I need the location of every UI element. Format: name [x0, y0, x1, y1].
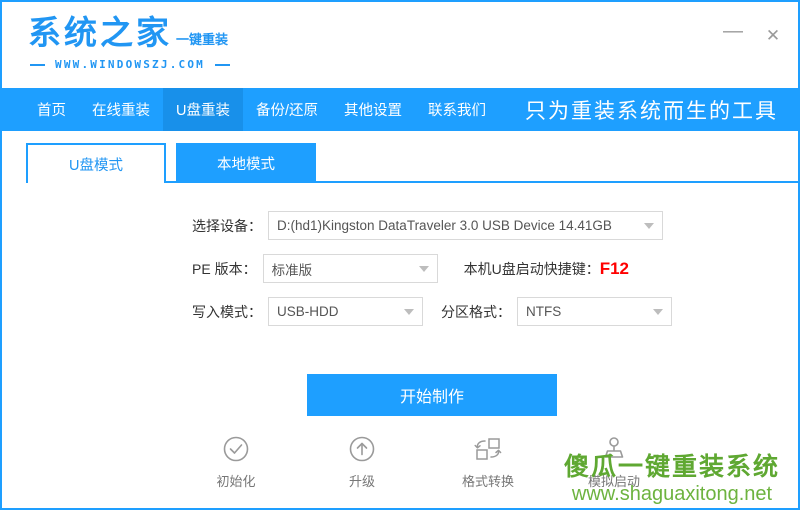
- format-convert-icon: [473, 433, 503, 465]
- tool-upgrade[interactable]: 升级: [328, 433, 396, 490]
- header-slogan: 只为重装系统而生的工具: [525, 99, 778, 123]
- window-controls: — ✕: [722, 20, 784, 50]
- nav-item-other-settings[interactable]: 其他设置: [331, 88, 415, 131]
- tool-initialize[interactable]: 初始化: [202, 433, 270, 490]
- tool-format-convert[interactable]: 格式转换: [454, 433, 522, 490]
- partition-format-select[interactable]: NTFS: [517, 297, 672, 326]
- chevron-down-icon: [653, 308, 663, 315]
- content-area: U盘模式 本地模式 选择设备： D:(hd1)Kingston DataTrav…: [2, 143, 798, 508]
- write-mode-select[interactable]: USB-HDD: [268, 297, 423, 326]
- arrow-up-circle-icon: [348, 433, 376, 465]
- nav-items: 首页 在线重装 U盘重装 备份/还原 其他设置 联系我们: [24, 88, 499, 131]
- boot-hotkey-value: F12: [599, 258, 629, 278]
- pe-version-row: PE 版本： 标准版 本机U盘启动快捷键：F12: [2, 254, 798, 283]
- logo-dash-left-icon: [30, 63, 45, 66]
- nav-item-usb-reinstall[interactable]: U盘重装: [163, 88, 243, 131]
- title-bar: 系统之家 一键重装 WWW.WINDOWSZJ.COM — ✕: [2, 0, 798, 88]
- tab-local-mode[interactable]: 本地模式: [176, 143, 316, 183]
- tool-upgrade-label: 升级: [348, 474, 375, 489]
- chevron-down-icon: [644, 222, 654, 229]
- logo-website-url: WWW.WINDOWSZJ.COM: [55, 58, 205, 71]
- nav-item-online-reinstall[interactable]: 在线重装: [79, 88, 163, 131]
- write-mode-row: 写入模式： USB-HDD 分区格式： NTFS: [2, 297, 798, 326]
- partition-format-label: 分区格式：: [441, 303, 511, 320]
- close-button[interactable]: ✕: [762, 24, 784, 46]
- write-mode-select-value: USB-HDD: [277, 304, 339, 319]
- tool-simulate-boot[interactable]: 模拟启动: [580, 433, 648, 490]
- chevron-down-icon: [404, 308, 414, 315]
- logo-url-row: WWW.WINDOWSZJ.COM: [30, 58, 308, 71]
- pe-version-label: PE 版本：: [192, 260, 257, 277]
- tab-usb-mode[interactable]: U盘模式: [26, 143, 166, 183]
- mode-tabs: U盘模式 本地模式: [2, 143, 798, 183]
- device-select-value: D:(hd1)Kingston DataTraveler 3.0 USB Dev…: [277, 218, 612, 233]
- joystick-icon: [600, 433, 628, 465]
- boot-hotkey-info: 本机U盘启动快捷键：F12: [464, 259, 629, 279]
- tool-format-convert-label: 格式转换: [461, 474, 514, 489]
- device-row: 选择设备： D:(hd1)Kingston DataTraveler 3.0 U…: [2, 211, 798, 240]
- partition-format-select-value: NTFS: [526, 304, 562, 319]
- check-circle-icon: [222, 433, 250, 465]
- app-logo: 系统之家 一键重装 WWW.WINDOWSZJ.COM: [28, 16, 308, 71]
- device-select[interactable]: D:(hd1)Kingston DataTraveler 3.0 USB Dev…: [268, 211, 663, 240]
- nav-item-backup-restore[interactable]: 备份/还原: [243, 88, 331, 131]
- tool-initialize-label: 初始化: [216, 474, 256, 489]
- nav-item-contact-us[interactable]: 联系我们: [415, 88, 499, 131]
- main-navigation-bar: 首页 在线重装 U盘重装 备份/还原 其他设置 联系我们 只为重装系统而生的工具: [2, 88, 798, 131]
- application-window: 系统之家 一键重装 WWW.WINDOWSZJ.COM — ✕ 首页 在线重装 …: [0, 0, 800, 510]
- tool-simulate-boot-label: 模拟启动: [587, 474, 640, 489]
- pe-version-select-value: 标准版: [271, 262, 313, 278]
- logo-subtitle: 一键重装: [176, 32, 229, 47]
- pe-version-select[interactable]: 标准版: [262, 254, 438, 283]
- nav-item-home[interactable]: 首页: [24, 88, 79, 131]
- start-make-button[interactable]: 开始制作: [307, 374, 557, 416]
- logo-title-row: 系统之家 一键重装: [28, 16, 308, 49]
- device-label: 选择设备：: [192, 217, 262, 234]
- minimize-button[interactable]: —: [722, 20, 744, 50]
- tools-row: 初始化 升级 格式转换 模拟启动: [202, 433, 648, 490]
- write-mode-label: 写入模式：: [192, 303, 262, 320]
- logo-title: 系统之家: [28, 13, 172, 52]
- boot-hotkey-label: 本机U盘启动快捷键：: [463, 260, 600, 277]
- chevron-down-icon: [418, 265, 429, 272]
- usb-settings-form: 选择设备： D:(hd1)Kingston DataTraveler 3.0 U…: [2, 183, 798, 326]
- logo-dash-right-icon: [214, 63, 230, 66]
